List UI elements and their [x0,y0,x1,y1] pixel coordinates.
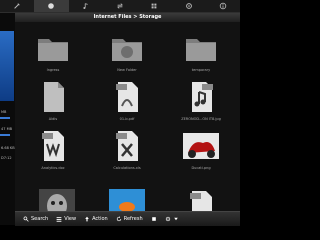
sidebar-stat: 6.68 KB [1,146,15,150]
search-label: Search [31,216,49,222]
file-name: temporary [191,68,211,72]
refresh-icon [116,216,121,222]
folder-icon [38,39,68,61]
sidebar-usage-bar [0,134,10,136]
file-item[interactable]: New Folder [91,25,163,73]
bottom-toolbar: Search View Action Refresh [15,211,240,226]
pdf-file-icon [116,82,138,112]
action-label: Action [92,216,108,222]
file-item[interactable]: 01-b.pdf [91,74,163,122]
doc-file-icon [42,131,64,161]
file-name: New Folder [117,68,137,72]
sidebar-blue-panel[interactable] [0,31,14,101]
music-tab[interactable] [69,0,103,12]
info-tab[interactable] [206,0,240,12]
file-name: 01-b.pdf [119,117,135,121]
sidebar-usage-bar [0,117,10,119]
folder-icon [112,39,142,61]
file-item[interactable]: Ingress [17,25,89,73]
view-grid-icon [56,217,62,222]
file-item[interactable]: ZERONOD...ON IT8.jpg [165,74,237,122]
gear-icon [185,3,192,9]
audio-file-icon [192,82,213,112]
apps-icon [151,3,157,9]
refresh-button[interactable]: Refresh [116,216,143,222]
file-item[interactable]: Ducati.png [165,123,237,171]
sidebar-stat: MB [1,110,7,114]
chevron-down-icon [173,217,178,221]
internet-files-tab[interactable] [34,0,69,12]
sidebar: MB 47 MB 6.68 KB D7:12 [0,13,15,225]
file-name: Analytics.doc [41,166,65,170]
breadcrumb: Internet Files > Storage [15,13,240,22]
system-nav-bar [0,226,240,240]
gear-icon [165,216,170,222]
file-item[interactable]: Calculations.xls [91,123,163,171]
info-icon [219,2,227,10]
bookmark-button[interactable] [151,216,157,222]
image-thumbnail [183,133,219,159]
file-name: Ducati.png [191,166,211,170]
top-toolbar [0,0,240,13]
refresh-label: Refresh [123,216,143,222]
sync-tab[interactable] [103,0,137,12]
file-name: ZERONOD...ON IT8.jpg [181,117,221,121]
bookmark-icon [151,217,156,221]
action-icon [85,216,89,222]
file-name: Calculations.xls [113,166,141,170]
music-note-icon [83,3,88,10]
file-item[interactable]: temporary [165,25,237,73]
folder-icon [186,39,216,61]
tools-icon [14,3,20,9]
search-button[interactable]: Search [23,216,48,222]
tools-tab[interactable] [0,0,34,12]
sync-arrows-icon [117,3,123,9]
settings-menu-button[interactable] [165,216,179,222]
apps-tab[interactable] [137,0,171,12]
file-name: Ingress [46,68,60,72]
file-icon [44,82,64,112]
file-item[interactable]: Aldis [17,74,89,122]
file-name: Aldis [48,117,58,121]
sidebar-stat: D7:12 [1,156,12,160]
settings-tab[interactable] [171,0,205,12]
action-button[interactable]: Action [84,216,108,222]
xls-file-icon [116,131,138,161]
search-icon [23,216,29,222]
sidebar-stat: 47 MB [1,127,12,131]
file-item[interactable]: Analytics.doc [17,123,89,171]
view-button[interactable]: View [56,216,76,222]
globe-icon [48,3,55,9]
file-browser: Internet Files > Storage Ingress New Fol… [15,13,240,225]
view-label: View [64,216,77,222]
